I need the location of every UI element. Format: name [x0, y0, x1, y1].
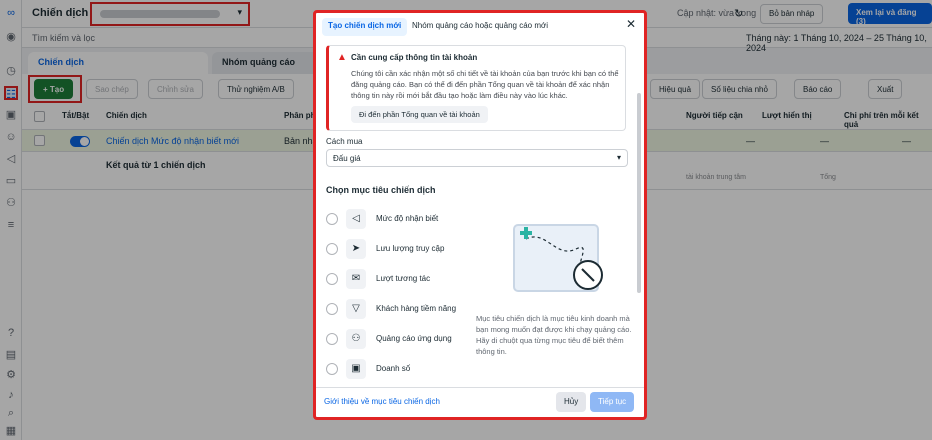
objective-description: Mục tiêu chiến dịch là mục tiêu kinh doa… — [476, 314, 632, 356]
objective-label: Khách hàng tiềm năng — [376, 304, 457, 313]
objective-title: Chọn mục tiêu chiến dịch — [326, 185, 436, 195]
people-icon: ⚇ — [346, 329, 366, 349]
objective-app-promotion[interactable]: ⚇ Quảng cáo ứng dụng — [326, 329, 476, 351]
alert-title: Cần cung cấp thông tin tài khoản — [351, 53, 478, 62]
modal-tabs: Tạo chiến dịch mới Nhóm quảng cáo hoặc q… — [316, 13, 644, 39]
close-icon[interactable]: ✕ — [626, 17, 636, 31]
objective-awareness[interactable]: ◁ Mức độ nhận biết — [326, 209, 476, 231]
objective-label: Quảng cáo ứng dụng — [376, 334, 452, 343]
modal-scrollbar[interactable] — [637, 93, 641, 293]
modal-footer: Giới thiệu về mục tiêu chiến dịch Hủy Ti… — [316, 387, 644, 417]
account-info-alert: ▲ Cần cung cấp thông tin tài khoản Chúng… — [326, 45, 626, 131]
objective-label: Doanh số — [376, 364, 411, 373]
tab-existing-campaign[interactable]: Nhóm quảng cáo hoặc quảng cáo mới — [406, 18, 554, 36]
objective-traffic[interactable]: ➤ Lưu lượng truy cập — [326, 239, 476, 261]
megaphone-icon: ◁ — [346, 209, 366, 229]
map-compass-illustration — [513, 224, 603, 292]
create-campaign-modal: Tạo chiến dịch mới Nhóm quảng cáo hoặc q… — [313, 10, 647, 420]
chat-icon: ✉ — [346, 269, 366, 289]
chevron-down-icon: ▾ — [616, 153, 621, 162]
objective-leads[interactable]: ▽ Khách hàng tiềm năng — [326, 299, 476, 321]
funnel-icon: ▽ — [346, 299, 366, 319]
buying-type-select[interactable]: Đấu giá ▾ — [326, 149, 628, 167]
objective-radio[interactable] — [326, 213, 338, 225]
objective-radio[interactable] — [326, 273, 338, 285]
cursor-icon: ➤ — [346, 239, 366, 259]
objective-engagement[interactable]: ✉ Lượt tương tác — [326, 269, 476, 291]
alert-body: Chúng tôi cần xác nhận một số chi tiết v… — [351, 69, 619, 100]
cancel-button[interactable]: Hủy — [556, 392, 587, 412]
objective-radio[interactable] — [326, 363, 338, 375]
objective-label: Lượt tương tác — [376, 274, 431, 283]
objective-radio[interactable] — [326, 303, 338, 315]
objective-label: Mức độ nhận biết — [376, 214, 439, 223]
objective-radio[interactable] — [326, 243, 338, 255]
objective-label: Lưu lượng truy cập — [376, 244, 445, 253]
tab-new-campaign[interactable]: Tạo chiến dịch mới — [322, 18, 408, 36]
objective-sales[interactable]: ▣ Doanh số — [326, 359, 476, 381]
buying-type-value: Đấu giá — [333, 154, 361, 163]
warning-icon: ▲ — [337, 52, 347, 63]
continue-button[interactable]: Tiếp tục — [590, 392, 635, 412]
buying-type-label: Cách mua — [326, 137, 363, 146]
objective-radio[interactable] — [326, 333, 338, 345]
learn-objectives-link[interactable]: Giới thiệu về mục tiêu chiến dịch — [324, 397, 440, 406]
briefcase-icon: ▣ — [346, 359, 366, 379]
go-to-account-overview-button[interactable]: Đi đến phần Tổng quan về tài khoản — [351, 106, 488, 123]
